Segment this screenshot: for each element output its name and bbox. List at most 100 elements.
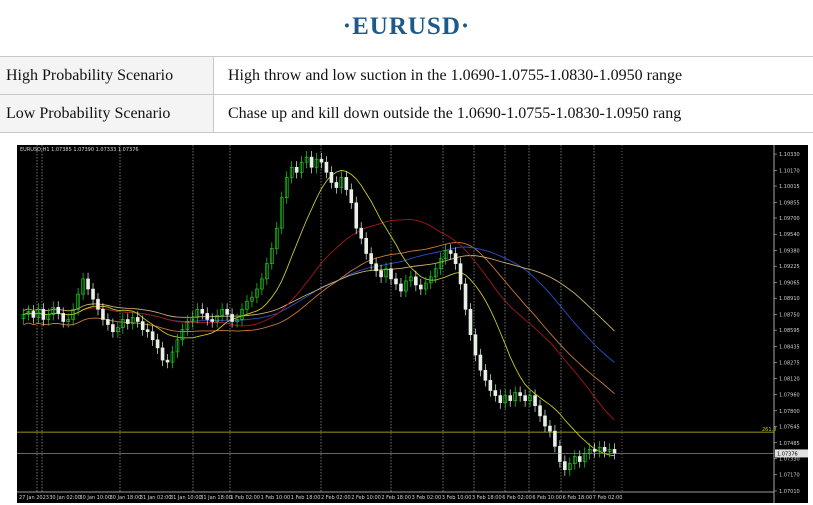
candle-body [399, 283, 403, 292]
x-tick-label: 31 Jan 18:00 [200, 495, 232, 501]
page-header: ·EURUSD· [0, 0, 813, 54]
candle-body [111, 324, 115, 332]
x-tick-label: 1 Feb 10:00 [261, 495, 291, 501]
current-price-label: 1.07376 [777, 451, 798, 457]
y-tick-label: 1.10170 [779, 168, 800, 174]
candle-body [101, 309, 105, 320]
candle-body [41, 309, 46, 320]
candle-body [140, 321, 145, 330]
high-probability-label: High Probability Scenario [0, 56, 214, 95]
x-tick-label: 7 Feb 02:00 [593, 495, 623, 501]
x-tick-label: 3 Feb 18:00 [472, 495, 502, 501]
moving-average-red [23, 219, 615, 421]
candle-body [364, 238, 368, 254]
candle-body [200, 309, 205, 314]
candle-body [458, 263, 463, 285]
candle-body [523, 395, 527, 401]
candle-body [508, 395, 513, 401]
y-tick-label: 1.09540 [779, 232, 800, 238]
y-tick-label: 1.08120 [779, 376, 800, 382]
candle-body [210, 319, 215, 322]
candle-body [563, 461, 567, 470]
candle-body [61, 313, 66, 322]
low-probability-label: Low Probability Scenario [0, 94, 214, 133]
candle-body [106, 319, 110, 325]
candle-body [518, 392, 522, 396]
candle-body [414, 276, 418, 286]
candle-body [150, 331, 155, 341]
x-tick-label: 3 Feb 02:00 [412, 495, 442, 501]
candle-body [463, 283, 468, 310]
candle-body [478, 354, 483, 371]
x-tick-label: 2 Feb 02:00 [321, 495, 351, 501]
candle-body [577, 456, 582, 462]
candle-body [165, 359, 170, 363]
candle-body [91, 288, 95, 300]
candle-body [309, 156, 314, 168]
candle-body [483, 369, 488, 381]
x-tick-label: 2 Feb 10:00 [351, 495, 381, 501]
moving-average-orange [23, 242, 615, 395]
y-tick-label: 1.07960 [779, 393, 800, 399]
candle-body [468, 309, 473, 336]
candle-body [612, 449, 617, 454]
moving-average-fast [23, 169, 615, 457]
candle-body [354, 202, 359, 229]
moving-average-blue [23, 246, 615, 363]
high-probability-text: High throw and low suction in the 1.0690… [213, 56, 813, 95]
candle-body [543, 415, 547, 427]
candle-body [374, 263, 378, 272]
y-tick-label: 1.08435 [779, 344, 800, 350]
candle-body [553, 430, 557, 447]
table-row: Low Probability Scenario Chase up and ki… [0, 94, 813, 133]
y-tick-label: 1.09855 [779, 200, 800, 206]
candle-body [31, 311, 36, 318]
price-chart[interactable]: 1.10330 1.10170 1.10015 1.09855 1.09700 1.095… [17, 145, 808, 503]
x-tick-label: 27 Jan 2023 [19, 495, 49, 501]
candle-body [548, 425, 552, 432]
candle-body [592, 449, 597, 452]
candle-body [419, 284, 423, 290]
y-tick-label: 1.10015 [779, 184, 800, 190]
candle-body [145, 329, 150, 332]
x-tick-label: 6 Feb 18:00 [563, 495, 593, 501]
candle-body [160, 347, 165, 361]
y-tick-label: 1.09225 [779, 264, 800, 270]
candle-body [135, 317, 140, 322]
x-tick-label: 1 Feb 02:00 [230, 495, 260, 501]
y-tick-label: 1.09065 [779, 280, 800, 286]
table-row: High Probability Scenario High throw and… [0, 56, 813, 95]
candle-body [324, 161, 329, 173]
candle-body [533, 395, 537, 407]
candle-body [394, 278, 398, 285]
y-tick-label: 1.07010 [779, 489, 800, 495]
y-tick-label: 1.08275 [779, 361, 800, 367]
candle-body [389, 268, 393, 280]
candle-body [205, 313, 210, 320]
y-tick-label: 1.07485 [779, 441, 800, 447]
candle-body [155, 339, 160, 349]
y-tick-label: 1.07170 [779, 473, 800, 479]
x-tick-label: 30 Jan 18:00 [110, 495, 142, 501]
x-tick-label: 31 Jan 10:00 [170, 495, 202, 501]
x-tick-label: 6 Feb 10:00 [532, 495, 562, 501]
candle-body [558, 446, 562, 462]
chart-canvas[interactable]: 1.10330 1.10170 1.10015 1.09855 1.09700 1.095… [17, 145, 808, 503]
candle-body [488, 380, 493, 391]
y-tick-label: 1.08910 [779, 296, 800, 302]
x-tick-label: 3 Feb 10:00 [442, 495, 472, 501]
y-tick-label: 1.09700 [779, 216, 800, 222]
candle-body [96, 298, 100, 310]
candle-body [448, 250, 453, 254]
candle-body [369, 253, 373, 264]
y-tick-label: 1.08750 [779, 312, 800, 318]
candle-body [379, 270, 383, 278]
x-tick-label: 2 Feb 18:00 [381, 495, 411, 501]
candle-body [334, 182, 339, 188]
candle-body [125, 319, 130, 324]
x-tick-label: 30 Jan 10:00 [79, 495, 111, 501]
candle-body [453, 253, 458, 264]
x-tick-label: 6 Feb 02:00 [502, 495, 532, 501]
candle-body [294, 166, 299, 173]
y-tick-label: 1.08595 [779, 328, 800, 334]
